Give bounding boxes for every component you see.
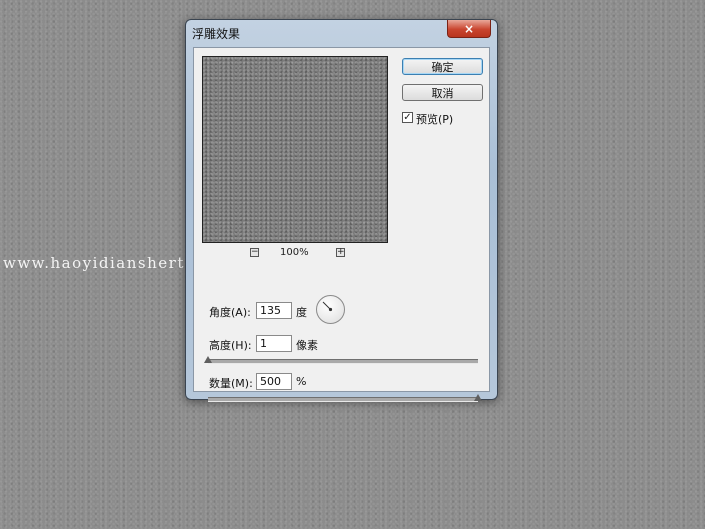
zoom-in-button[interactable]: + [336,248,345,257]
zoom-out-button[interactable]: − [250,248,259,257]
minus-icon: − [251,247,259,257]
angle-input[interactable] [256,302,292,319]
plus-icon: + [337,247,345,257]
ok-button[interactable]: 确定 [402,58,483,75]
preview-checkbox-label: 预览(P) [416,113,454,126]
preview-checkbox[interactable]: ✓ [402,112,413,123]
amount-input[interactable] [256,373,292,390]
amount-label: 数量(M): [209,377,253,390]
angle-dial-indicator [322,301,333,312]
photoshop-canvas: www.haoyidianshert.com 浮雕效果 × − 100% + 确… [0,0,705,529]
amount-slider-thumb[interactable] [474,394,482,401]
checkmark-icon: ✓ [403,112,412,123]
angle-dial[interactable] [316,295,345,324]
amount-slider-track[interactable] [208,394,482,402]
dialog-title: 浮雕效果 [192,27,241,41]
zoom-level: 100% [280,247,309,258]
angle-label: 角度(A): [209,306,251,319]
close-icon: × [463,21,475,36]
height-unit: 像素 [296,339,318,352]
preview-image[interactable] [202,56,388,243]
zoom-controls: − 100% + [250,247,350,260]
cancel-button[interactable]: 取消 [402,84,483,101]
emboss-dialog: 浮雕效果 × − 100% + 确定 取消 ✓ 预览(P) 角度(A): 135… [185,19,498,402]
dialog-titlebar[interactable]: 浮雕效果 × [186,20,497,46]
close-button[interactable]: × [447,20,491,38]
angle-unit: 度 [296,306,307,319]
height-input[interactable] [256,335,292,352]
height-slider-track[interactable] [204,356,478,364]
amount-unit: % [296,375,307,388]
height-slider-thumb[interactable] [204,356,212,363]
height-label: 高度(H): [209,339,252,352]
dialog-client-area: − 100% + 确定 取消 ✓ 预览(P) 角度(A): 度 [193,47,490,402]
